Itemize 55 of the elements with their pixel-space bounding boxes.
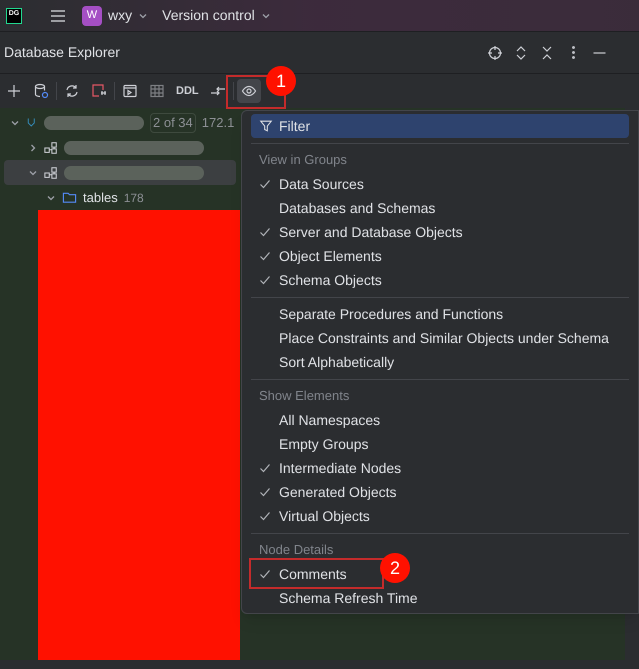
checkmark-icon [259,568,271,580]
project-avatar: W [82,6,102,26]
annotation-badge: 1 [266,66,296,96]
section-header: Show Elements [258,387,350,406]
section-header: Node Details [258,541,334,560]
menu-item[interactable]: Sort Alphabetically [251,350,402,374]
database-icon [33,83,49,99]
checkmark-icon [259,250,271,262]
plug-icon [91,83,107,99]
view-options-button[interactable] [236,79,261,103]
tree-row[interactable]: tables 178 [4,185,236,210]
menu-item[interactable]: Comments [251,562,355,586]
minus-icon [592,52,606,54]
schema-icon [44,140,58,154]
eye-icon [240,83,257,99]
checkmark-icon [259,510,271,522]
menu-item[interactable]: All Namespaces [251,408,388,432]
kebab-icon [572,46,574,59]
chevron-right-icon[interactable] [28,142,38,152]
checkmark-icon [259,178,271,190]
checkmark-icon [259,486,271,498]
table-icon [149,83,165,99]
project-selector[interactable]: W wxy [82,5,148,26]
refresh-icon [64,83,80,99]
datasource-count: 2 of 34 [150,112,196,132]
menu-item[interactable]: Virtual Objects [251,504,378,528]
menu-item[interactable]: Generated Objects [251,480,405,504]
host-address: 172.1 [202,114,234,132]
tree-count: 178 [124,190,144,206]
folder-icon [62,190,77,205]
checkmark-icon [259,462,271,474]
menu-item[interactable]: Schema Refresh Time [251,586,426,610]
crosshair-icon [487,44,503,60]
plus-icon [6,83,22,99]
panel-title: Database Explorer [4,43,121,62]
tree-row[interactable]: 2 of 34 172.1 [4,110,236,135]
tree-label: tables [83,188,118,207]
menu-item[interactable]: Separate Procedures and Functions [251,302,512,326]
schema-icon [44,166,58,180]
menu-item[interactable]: Schema Objects [251,268,390,292]
ddl-button[interactable]: DDL [172,79,203,103]
menu-item[interactable]: Empty Groups [251,432,376,456]
menu-item[interactable]: Server and Database Objects [251,220,471,244]
menu-item[interactable]: Intermediate Nodes [251,456,410,480]
checkmark-icon [259,226,271,238]
console-icon [122,83,138,99]
vcs-menu[interactable]: Version control [162,5,271,26]
menu-item[interactable]: Data Sources [251,172,372,196]
section-header: View in Groups [258,151,348,170]
filter-icon [259,119,273,133]
checkmark-icon [259,274,271,286]
menu-item[interactable]: Databases and Schemas [251,196,444,220]
menu-item[interactable]: Object Elements [251,244,390,268]
menu-item[interactable]: Place Constraints and Similar Objects under Schema [251,326,617,350]
filter-item[interactable]: Filter [251,114,629,138]
